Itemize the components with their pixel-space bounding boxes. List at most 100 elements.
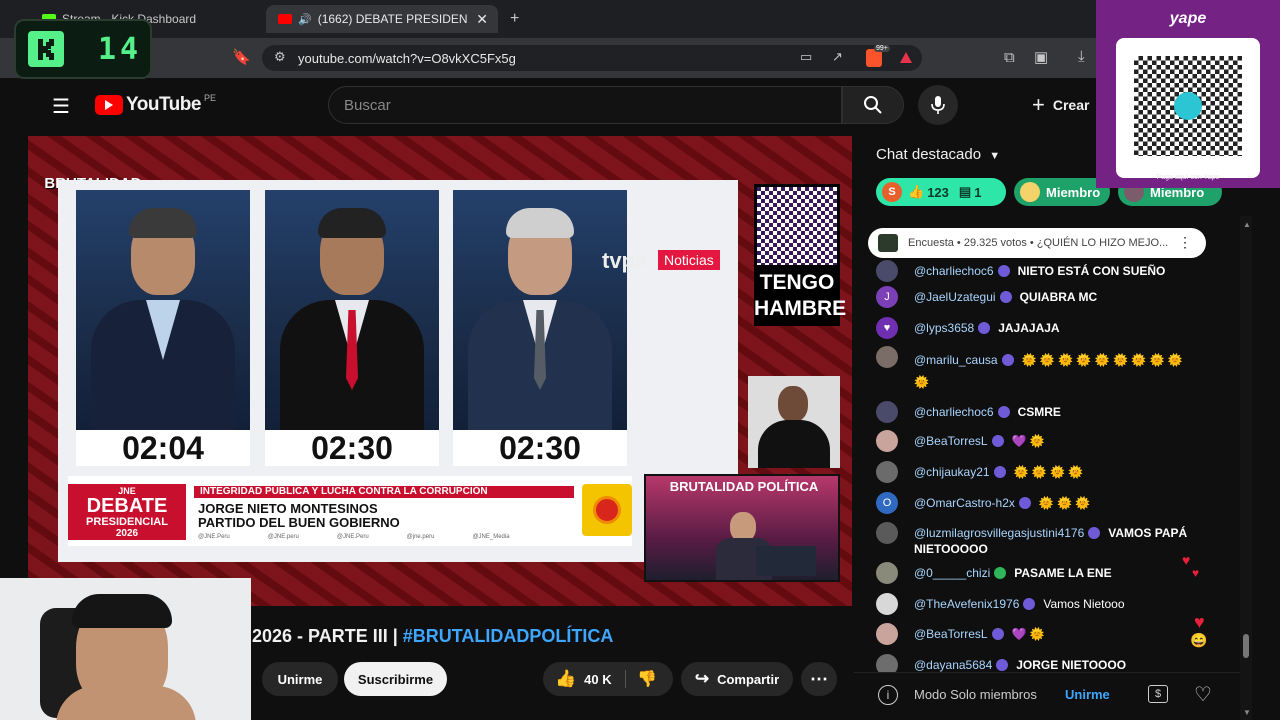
poll-banner[interactable]: Encuesta • 29.325 votos • ¿QUIÉN LO HIZO… [868,228,1206,258]
social-handle: @jne.peru [406,534,435,540]
chat-text: 💜 🌞 [1011,434,1045,448]
chat-scrollbar[interactable]: ▲ ▼ [1240,216,1252,720]
webcam-overlay [0,578,251,720]
chat-username[interactable]: @0_____chizi [914,566,990,580]
chat-message: @charliechoc6 NIETO ESTÁ CON SUEÑO [876,260,1196,282]
create-button[interactable]: + Crear [1032,92,1089,118]
youtube-favicon-icon [278,14,292,24]
kick-counter-overlay: 14 [14,19,152,79]
yape-qr-logo-icon [1174,92,1202,120]
site-settings-icon[interactable]: ⚙ [274,50,286,63]
brave-rewards-icon[interactable] [900,52,912,63]
member-badge-icon [993,466,1006,478]
share-button[interactable]: ↪ Compartir [681,662,793,696]
chat-username[interactable]: @BeaTorresL [914,434,988,448]
kick-logo-icon [28,31,64,67]
youtube-logo[interactable]: YouTube PE [95,93,216,116]
sign-language-interpreter [748,376,840,468]
chat-username[interactable]: @lyps3658 [914,321,974,335]
debate-label: DEBATE [86,495,168,517]
avatar [876,401,898,423]
chat-username[interactable]: @OmarCastro-h2x [914,496,1015,510]
join-button[interactable]: Unirme [262,662,338,696]
chat-join-link[interactable]: Unirme [1065,687,1110,702]
super-chat-icon[interactable]: $ [1148,685,1168,703]
scroll-down-icon[interactable]: ▼ [1243,708,1251,717]
voice-search-button[interactable] [918,85,958,125]
smile-reaction-icon: 😄 [1190,632,1208,648]
menu-icon[interactable]: ☰ [52,94,70,119]
youtube-wordmark: YouTube [126,94,201,115]
member-badge-icon [991,435,1004,447]
cast-icon[interactable]: ▭ [800,50,812,63]
chat-text: PASAME LA ENE [1014,566,1112,580]
share-label: Compartir [717,671,780,687]
chat-username[interactable]: @charliechoc6 [914,405,994,419]
heart-reaction-icon: ♥ [1194,612,1205,632]
social-handle: @JNE.Peru [336,534,369,540]
social-handle: @JNE.peru [267,534,299,540]
extensions-icon[interactable]: ⧉ [1004,50,1015,65]
thumbs-down-icon[interactable]: 👎 [637,669,657,689]
chat-text: JORGE NIETOOOO [1016,658,1127,672]
chat-header[interactable]: Chat destacado ▼ [876,146,1000,163]
tvpe-noticias-logo: tvpe Noticias [602,246,728,276]
bookmark-icon[interactable]: 🔖 [232,50,251,65]
topic-bar: INTEGRIDAD PÚBLICA Y LUCHA CONTRA LA COR… [194,486,574,498]
chat-username[interactable]: @charliechoc6 [914,264,994,278]
chat-username[interactable]: @TheAvefenix1976 [914,597,1019,611]
chip-label: Miembro [1046,184,1101,200]
chat-username[interactable]: @luzmilagrosvillegasjustini4176 [914,526,1084,540]
title-hashtag[interactable]: #BRUTALIDADPOLÍTICA [403,626,614,646]
youtube-header: ☰ YouTube PE Buscar + Crear [28,78,1280,132]
thumbs-up-icon[interactable]: 👍 [555,669,576,689]
chat-username[interactable]: @chijaukay21 [914,465,990,479]
member-badge-icon [991,628,1004,640]
url-field[interactable]: ⚙ youtube.com/watch?v=O8vkXC5Fx5g ▭ ↗ 99… [262,45,922,71]
tvpe-wordmark: tvpe [602,248,648,273]
yape-caption: Paga aquí con Yape [1156,174,1220,181]
chat-username[interactable]: @JaelUzategui [914,290,996,304]
search-input[interactable]: Buscar [328,86,842,124]
chat-message: @BeaTorresL 💜 🌞 [876,430,1196,452]
live-chat-panel: Chat destacado ▼ S 👍 123 ▤ 1 Miembro Mie… [854,132,1240,720]
video-player[interactable]: BRUTALIDAD POLÍTICA 02:04 02:30 02:30 tv… [28,136,852,606]
address-bar-row: 🔖 ⚙ youtube.com/watch?v=O8vkXC5Fx5g ▭ ↗ … [0,38,1280,78]
chat-message: O @OmarCastro-h2x 🌞 🌞 🌞 [876,492,1196,514]
chat-username[interactable]: @dayana5684 [914,658,992,672]
chat-username[interactable]: @marilu_causa [914,353,998,367]
speaker-name-block: JORGE NIETO MONTESINOS PARTIDO DEL BUEN … [198,502,400,530]
subscribe-button[interactable]: Suscribirme [344,662,447,696]
debate-year: 2026 [115,528,139,539]
info-icon[interactable]: i [878,685,898,705]
create-label: Crear [1052,97,1090,113]
chat-text: NIETO ESTÁ CON SUEÑO [1017,264,1166,278]
wallet-icon[interactable]: ▣ [1034,50,1048,65]
like-dislike-group: 👍 40 K 👎 [543,662,673,696]
chat-text: 🌞 🌞 🌞 [1038,496,1091,510]
chat-text: CSMRE [1017,405,1061,419]
chat-username[interactable]: @BeaTorresL [914,627,988,641]
scroll-up-icon[interactable]: ▲ [1243,220,1251,229]
poll-menu-icon[interactable]: ⋮ [1178,234,1192,251]
share-icon[interactable]: ↗ [832,50,843,63]
tab-youtube-debate[interactable]: 🔊 (1662) DEBATE PRESIDENCIAL ✕ [266,5,498,33]
lower-third: JNE DEBATE PRESIDENCIAL 2026 INTEGRIDAD … [68,476,632,546]
search-button[interactable] [842,86,904,124]
heart-icon[interactable]: ♡ [1194,682,1212,707]
search-placeholder: Buscar [344,96,391,114]
reply-icon: ▤ [958,184,972,199]
close-tab-icon[interactable]: ✕ [476,11,488,28]
social-handles: @JNE.Peru @JNE.peru @JNE.Peru @jne.peru … [198,534,510,540]
top-chatter-chip[interactable]: S 👍 123 ▤ 1 [876,178,1006,206]
member-badge-icon [1023,598,1036,610]
scroll-thumb[interactable] [1243,634,1249,658]
poll-thumbnail [878,234,898,252]
like-count[interactable]: 40 K [584,672,611,687]
qr-sign: TENGO HAMBRE [754,184,846,326]
yape-overlay: yape Paga aquí con Yape [1096,0,1280,188]
more-actions-icon[interactable]: ⋯ [801,662,837,696]
download-icon[interactable]: ⤓ [1078,49,1085,64]
avatar [876,623,898,645]
new-tab-icon[interactable]: + [510,11,519,27]
